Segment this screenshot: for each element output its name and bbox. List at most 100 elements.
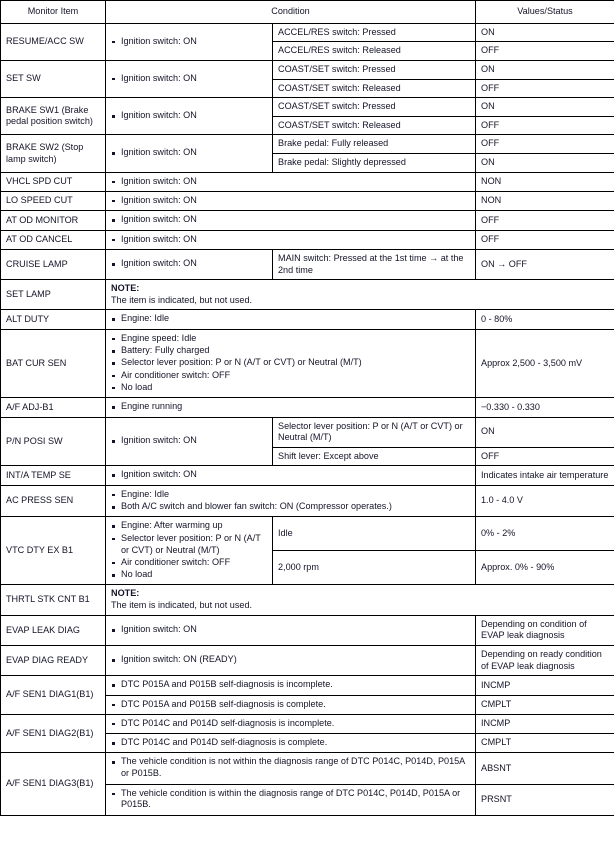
monitor-item-cell: A/F SEN1 DIAG3(B1) [0,752,106,816]
condition-bullet-item: Ignition switch: ON [111,110,267,122]
condition-bullet-list: DTC P014C and P014D self-diagnosis is in… [111,718,470,730]
condition-bullet-item: Ignition switch: ON [111,73,267,85]
condition-bullet-list: Ignition switch: ON (READY) [111,654,470,666]
table-row: RESUME/ACC SW Ignition switch: ON ACCEL/RE… [0,22,614,61]
condition-bullet-list: DTC P015A and P015B self-diagnosis is co… [111,699,470,711]
condition-bullet-item: Ignition switch: ON [111,195,470,207]
value-status-cell: Depending on ready condition of EVAP lea… [475,644,614,677]
condition-bullet-item: Both A/C switch and blower fan switch: O… [111,501,470,513]
table-row: A/F SEN1 DIAG3(B1) The vehicle condition … [0,752,614,816]
value-status-cell: OFF [475,210,614,231]
condition-sub-cell: COAST/SET switch: Pressed [272,97,476,117]
condition-bullet-list: Engine speed: Idle Battery: Fully charged… [111,333,470,394]
condition-bullet-item: No load [111,569,267,581]
table-row: BRAKE SW2 (Stop lamp switch) Ignition swi… [0,134,614,173]
value-status-cell: ON [475,153,614,173]
condition-sub-cell: COAST/SET switch: Released [272,78,476,99]
condition-cell: Engine: Idle [105,309,476,330]
condition-bullet-item: Selector lever position: P or N (A/T or … [111,357,470,369]
header-monitor-item: Monitor Item [0,0,106,24]
condition-bullet-list: Ignition switch: ON [111,435,267,447]
monitor-item-cell: CRUISE LAMP [0,248,106,281]
monitor-item-cell: THRTL STK CNT B1 [0,584,106,616]
condition-main-cell: Engine: After warming up Selector lever p… [105,516,273,586]
condition-bullet-item: The vehicle condition is within the diag… [111,788,470,812]
note-text: The item is indicated, but not used. [111,294,253,305]
condition-bullet-list: Engine running [111,401,470,413]
table-row: SET LAMP NOTE: The item is indicated, but … [0,279,614,311]
value-status-cell: OFF [475,41,614,61]
table-row: INT/A TEMP SE Ignition switch: ON Indicate… [0,465,614,486]
note-cell: NOTE: The item is indicated, but not used… [105,279,614,311]
value-status-cell: Approx. 0% - 90% [475,550,614,586]
table-row: VHCL SPD CUT Ignition switch: ON NON [0,171,614,192]
condition-sub-cell: COAST/SET switch: Pressed [272,59,476,80]
condition-bullet-item: Ignition switch: ON [111,258,267,270]
condition-cell: Ignition switch: ON [105,171,476,192]
monitor-item-cell: BRAKE SW1 (Brake pedal position switch) [0,97,106,136]
condition-bullet-item: Ignition switch: ON [111,36,267,48]
condition-bullet-item: Engine: Idle [111,313,470,325]
monitor-item-cell: VTC DTY EX B1 [0,516,106,586]
condition-bullet-item: DTC P015A and P015B self-diagnosis is co… [111,699,470,711]
condition-cell: Ignition switch: ON [105,190,476,212]
condition-bullet-item: Engine: After warming up [111,520,267,532]
condition-bullet-list: Ignition switch: ON [111,195,470,207]
value-status-cell: NON [475,190,614,212]
condition-bullet-item: Engine: Idle [111,489,470,501]
note-label: NOTE: [111,588,140,599]
condition-cell: Ignition switch: ON [105,614,476,646]
condition-bullet-item: The vehicle condition is not within the … [111,756,470,780]
condition-sub-cell: MAIN switch: Pressed at the 1st time → a… [272,248,476,281]
condition-bullet-list: Ignition switch: ON [111,147,267,159]
value-status-cell: PRSNT [475,783,614,816]
condition-sub-cell: ACCEL/RES switch: Pressed [272,22,476,43]
value-status-cell: Indicates intake air temperature [475,465,614,486]
value-status-cell: ON → OFF [475,248,614,281]
table-row: CRUISE LAMP Ignition switch: ON MAIN switc… [0,248,614,281]
condition-bullet-item: DTC P015A and P015B self-diagnosis is in… [111,679,470,691]
condition-bullet-item: Battery: Fully charged [111,345,470,357]
condition-bullet-list: Engine: After warming up Selector lever p… [111,520,267,581]
condition-bullet-item: Ignition switch: ON (READY) [111,654,470,666]
condition-bullet-list: Ignition switch: ON [111,176,470,188]
condition-cell: DTC P015A and P015B self-diagnosis is co… [105,694,476,715]
condition-bullet-list: Ignition switch: ON [111,214,470,226]
monitor-item-cell: EVAP LEAK DIAG [0,614,106,646]
value-status-cell: OFF [475,229,614,250]
value-status-cell: ON [475,59,614,80]
condition-main-cell: Ignition switch: ON [105,248,273,281]
table-row: BAT CUR SEN Engine speed: Idle Battery: Fu… [0,328,614,399]
condition-cell: Ignition switch: ON [105,229,476,250]
value-status-cell: Approx 2,500 - 3,500 mV [475,328,614,399]
condition-bullet-list: The vehicle condition is within the diag… [111,788,470,812]
monitor-item-cell: AT OD CANCEL [0,229,106,250]
condition-main-cell: Ignition switch: ON [105,59,273,99]
header-values-status: Values/Status [475,0,614,24]
table-row: A/F SEN1 DIAG2(B1) DTC P014C and P014D se… [0,713,614,754]
condition-cell: The vehicle condition is within the diag… [105,783,476,816]
condition-bullet-item: Ignition switch: ON [111,469,470,481]
condition-sub-cell: Shift lever: Except above [272,446,476,467]
monitor-item-cell: VHCL SPD CUT [0,171,106,192]
table-row: A/F ADJ-B1 Engine running −0.330 - 0.330 [0,397,614,418]
condition-bullet-list: Ignition switch: ON [111,110,267,122]
value-status-cell: OFF [475,134,614,154]
monitor-item-cell: A/F SEN1 DIAG1(B1) [0,675,106,715]
condition-bullet-item: Selector lever position: P or N (A/T or … [111,533,267,557]
value-status-cell: 0 - 80% [475,309,614,330]
condition-main-cell: Ignition switch: ON [105,416,273,467]
condition-bullet-list: Engine: Idle Both A/C switch and blower f… [111,489,470,513]
note-text: The item is indicated, but not used. [111,600,253,611]
value-status-cell: OFF [475,446,614,467]
condition-bullet-item: Air conditioner switch: OFF [111,370,470,382]
table-row: SET SW Ignition switch: ON COAST/SET switc… [0,59,614,99]
table-row: A/F SEN1 DIAG1(B1) DTC P015A and P015B se… [0,675,614,715]
value-status-cell: OFF [475,115,614,136]
condition-cell: Engine speed: Idle Battery: Fully charged… [105,328,476,399]
condition-main-cell: Ignition switch: ON [105,22,273,61]
condition-main-cell: Ignition switch: ON [105,134,273,173]
monitor-item-cell: SET SW [0,59,106,99]
table-row: BRAKE SW1 (Brake pedal position switch) I… [0,97,614,136]
table-row: AT OD CANCEL Ignition switch: ON OFF [0,229,614,250]
